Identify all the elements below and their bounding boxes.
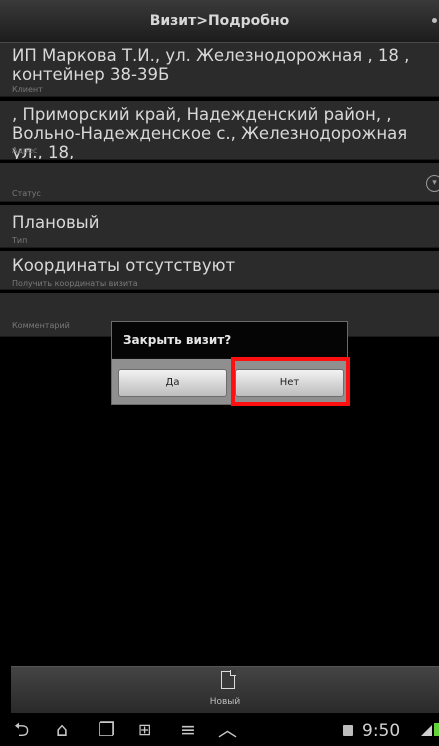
recent-apps-icon[interactable]: ❐: [98, 719, 115, 741]
battery-icon: [434, 723, 439, 736]
client-field[interactable]: ИП Маркова Т.И., ул. Железнодорожная , 1…: [0, 43, 439, 97]
coordinates-field[interactable]: Координаты отсутствуют Получить координа…: [0, 251, 439, 290]
client-value: ИП Маркова Т.И., ул. Железнодорожная , 1…: [12, 46, 415, 84]
screenshot-icon[interactable]: ⊞: [138, 719, 151, 741]
signal-icon: [421, 725, 432, 736]
title-bar: Визит>Подробно: [0, 0, 439, 43]
coordinates-value: Координаты отсутствуют: [12, 256, 236, 275]
overflow-menu-icon[interactable]: [432, 18, 437, 23]
new-document-icon: [221, 670, 236, 689]
type-value: Плановый: [12, 213, 100, 232]
system-nav-bar: ⮌ ⌂ ❐ ⊞ ≡ ︿ 9:50: [0, 715, 439, 746]
address-label: Адрес: [12, 146, 38, 155]
comment-label: Комментарий: [12, 321, 70, 330]
coordinates-label: Получить координаты визита: [12, 279, 138, 288]
type-field[interactable]: Плановый Тип: [0, 205, 439, 248]
no-button-highlight: [231, 357, 350, 406]
yes-button[interactable]: Да: [118, 369, 227, 397]
back-icon[interactable]: ⮌: [14, 719, 29, 741]
client-label: Клиент: [12, 85, 43, 94]
chevron-up-icon[interactable]: ︿: [218, 719, 237, 741]
screen-title: Визит>Подробно: [149, 13, 290, 29]
menu-icon[interactable]: ≡: [180, 719, 196, 741]
chevron-down-icon[interactable]: ▾: [426, 175, 439, 192]
status-field[interactable]: Статус ▾: [0, 163, 439, 202]
clock: 9:50: [362, 721, 401, 741]
home-icon[interactable]: ⌂: [56, 719, 68, 741]
status-label: Статус: [12, 189, 41, 198]
address-field[interactable]: , Приморский край, Надежденский район, ,…: [0, 101, 439, 160]
address-value: , Приморский край, Надежденский район, ,…: [12, 105, 413, 160]
new-action-bar[interactable]: Новый: [11, 666, 439, 713]
gallery-notification-icon: [343, 725, 353, 736]
dialog-title: Закрыть визит?: [112, 322, 347, 358]
new-label: Новый: [209, 697, 241, 707]
type-label: Тип: [12, 236, 28, 245]
